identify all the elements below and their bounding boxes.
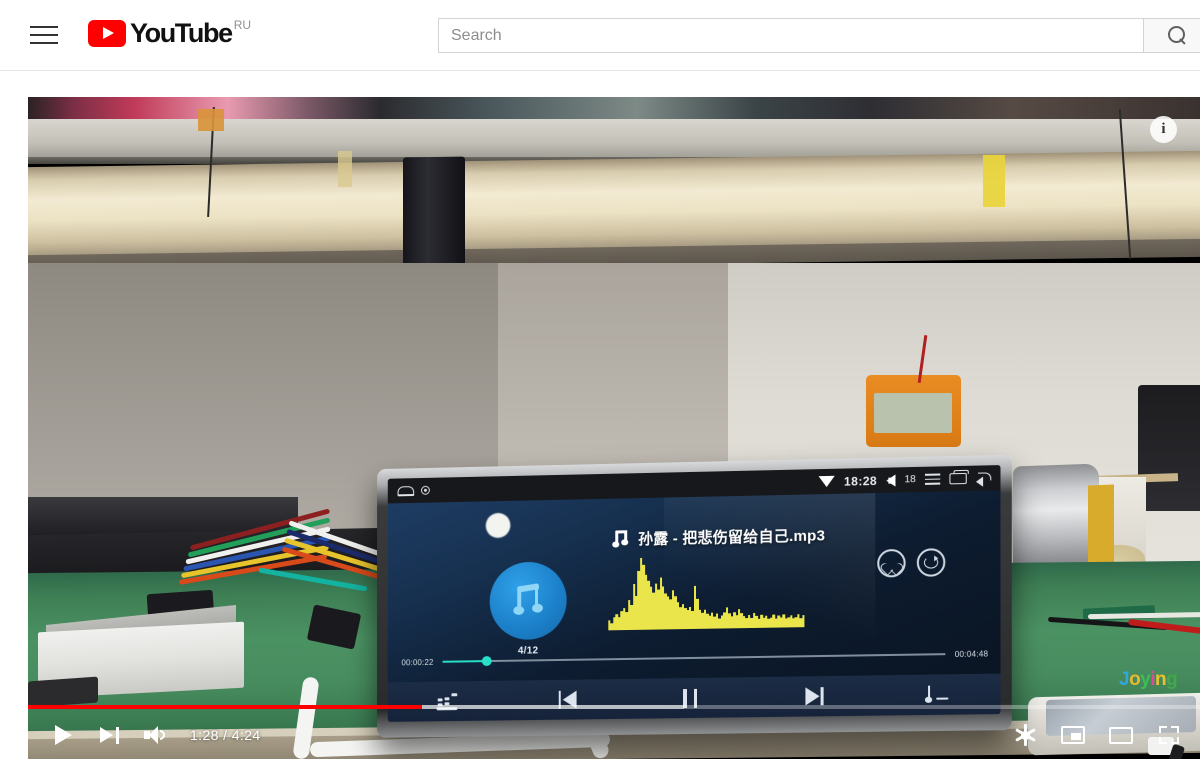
album-art[interactable] — [489, 561, 567, 641]
track-current-time: 00:00:22 — [401, 657, 434, 667]
joying-watermark: Joying — [1119, 669, 1178, 691]
next-icon — [99, 726, 119, 744]
music-note-small-icon — [612, 530, 629, 548]
video-player[interactable]: 18:28 18 4/12 孙露 - 把悲伤留给自己.mp3 00:00:22 … — [28, 97, 1200, 759]
light-reflection — [485, 512, 511, 539]
search-input[interactable] — [438, 18, 1143, 53]
music-player-body: 4/12 孙露 - 把悲伤留给自己.mp3 00:00:22 00:04:48 — [387, 490, 1001, 685]
miniplayer-button[interactable] — [1052, 714, 1094, 756]
video-control-bar: 1:28 / 4:24 — [28, 711, 1200, 759]
video-info-button[interactable]: i — [1150, 116, 1177, 143]
search-bar — [438, 18, 1200, 53]
settings-button[interactable] — [1004, 714, 1046, 756]
playlist-icon — [924, 685, 949, 703]
seek-handle[interactable] — [481, 656, 492, 667]
music-note-icon — [513, 583, 543, 617]
search-button[interactable] — [1143, 18, 1200, 53]
watermark-char: g — [1166, 669, 1178, 690]
watermark-char: J — [1119, 669, 1130, 690]
watermark-char: y — [1140, 669, 1151, 690]
play-icon — [54, 725, 72, 745]
spectrum-bar — [802, 615, 805, 628]
previous-track-button[interactable] — [548, 685, 590, 713]
youtube-wordmark: YouTube — [130, 18, 233, 48]
volume-button[interactable] — [134, 714, 176, 756]
speaker-icon — [886, 473, 896, 487]
signal-icon — [818, 475, 835, 488]
back-arrow-icon[interactable] — [976, 472, 992, 484]
repeat-button[interactable] — [916, 548, 946, 577]
next-video-button[interactable] — [88, 714, 130, 756]
volume-level: 18 — [904, 474, 916, 486]
fullscreen-icon — [1159, 726, 1179, 744]
hamburger-menu-icon[interactable] — [30, 22, 58, 48]
circle-dot-icon[interactable] — [421, 485, 430, 495]
track-total-time: 00:04:48 — [954, 648, 989, 659]
time-display: 1:28 / 4:24 — [190, 727, 261, 743]
search-icon — [1167, 26, 1187, 45]
seek-track[interactable] — [442, 653, 946, 667]
miniplayer-icon — [1061, 726, 1085, 744]
play-button[interactable] — [42, 714, 84, 756]
youtube-header: YouTube RU — [0, 0, 1200, 71]
seek-fill — [442, 660, 487, 663]
settings-gear-icon — [1014, 724, 1036, 746]
video-progress-bar[interactable] — [28, 705, 1200, 709]
head-unit-screen[interactable]: 18:28 18 4/12 孙露 - 把悲伤留给自己.mp3 00:00:22 … — [387, 465, 1001, 722]
watermark-char: n — [1155, 669, 1167, 690]
car-head-unit-device: 18:28 18 4/12 孙露 - 把悲伤留给自己.mp3 00:00:22 … — [377, 454, 1012, 738]
heart-icon — [885, 558, 898, 570]
track-title: 孙露 - 把悲伤留给自己.mp3 — [638, 527, 826, 549]
next-track-icon — [804, 687, 824, 706]
progress-played — [28, 705, 422, 709]
country-code-label: RU — [233, 18, 252, 32]
theater-mode-icon — [1109, 726, 1133, 744]
watermark-char: o — [1129, 669, 1141, 690]
menu-icon[interactable] — [924, 473, 941, 485]
favorite-button[interactable] — [877, 548, 906, 578]
recents-icon[interactable] — [949, 472, 967, 485]
youtube-play-icon — [88, 20, 126, 47]
repeat-icon — [923, 556, 939, 569]
audio-spectrum-visualizer — [608, 555, 805, 631]
status-time: 18:28 — [843, 473, 878, 489]
fullscreen-button[interactable] — [1148, 714, 1190, 756]
track-seek-bar[interactable]: 00:00:22 00:04:48 — [388, 642, 1001, 673]
car-home-icon[interactable] — [397, 485, 415, 496]
theater-mode-button[interactable] — [1100, 714, 1142, 756]
volume-icon — [143, 726, 167, 744]
youtube-logo[interactable]: YouTube RU — [88, 18, 251, 48]
track-title-row: 孙露 - 把悲伤留给自己.mp3 — [612, 524, 825, 549]
